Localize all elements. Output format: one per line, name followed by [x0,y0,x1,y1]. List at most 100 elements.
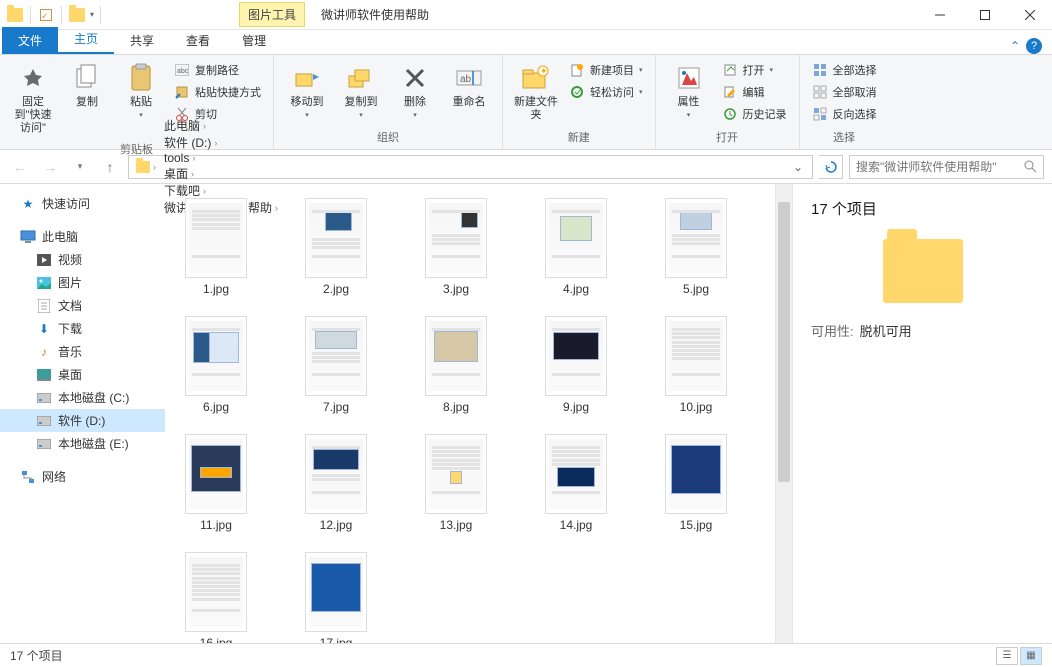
file-item[interactable]: 6.jpg [177,316,255,414]
navigation-bar: ← → ▾ ↑ › 此电脑›软件 (D:)›tools›桌面›下载吧›微讲师软件… [0,150,1052,184]
breadcrumb-segment[interactable]: 软件 (D:)› [160,134,282,151]
file-item[interactable]: 15.jpg [657,434,735,532]
recent-locations-button[interactable]: ▾ [68,155,92,179]
file-item[interactable]: 7.jpg [297,316,375,414]
nav-disk-d[interactable]: 软件 (D:) [0,409,165,432]
file-item[interactable]: 16.jpg [177,552,255,643]
pin-to-quick-access-button[interactable]: 固定到"快速访问" [8,58,58,139]
back-button[interactable]: ← [8,155,32,179]
nav-music[interactable]: ♪音乐 [0,340,165,363]
file-thumbnail [305,316,367,396]
copy-button[interactable]: 复制 [62,58,112,113]
easy-access-button[interactable]: 轻松访问 ▾ [565,82,647,102]
rename-button[interactable]: ab 重命名 [444,58,494,113]
maximize-button[interactable] [962,0,1007,29]
vertical-scrollbar[interactable] [775,184,792,643]
nav-this-pc[interactable]: 此电脑 [0,225,165,248]
address-dropdown-icon[interactable]: ⌄ [787,160,809,174]
folder-icon[interactable] [68,6,86,24]
address-bar[interactable]: › 此电脑›软件 (D:)›tools›桌面›下载吧›微讲师软件使用帮助› ⌄ [128,155,813,179]
file-name: 10.jpg [680,400,713,414]
search-input[interactable] [856,160,1024,174]
nav-downloads[interactable]: ⬇下载 [0,317,165,340]
new-folder-button[interactable]: ✦ 新建文件夹 [511,58,561,126]
open-button[interactable]: 打开 ▾ [718,60,791,80]
details-view-button[interactable]: ☰ [996,647,1018,665]
file-item[interactable]: 3.jpg [417,198,495,296]
breadcrumb-segment[interactable]: tools› [160,151,282,165]
group-label-new: 新建 [511,127,647,147]
file-item[interactable]: 11.jpg [177,434,255,532]
close-button[interactable] [1007,0,1052,29]
help-icon[interactable]: ? [1026,38,1042,54]
select-all-icon [812,62,828,78]
history-button[interactable]: 历史记录 [718,104,791,124]
nav-label: 音乐 [58,343,82,360]
properties-button[interactable]: 属性▾ [664,58,714,123]
file-item[interactable]: 8.jpg [417,316,495,414]
minimize-button[interactable] [917,0,962,29]
thumbnails-view-button[interactable]: ▦ [1020,647,1042,665]
qat-dropdown-icon[interactable]: ▾ [90,10,94,19]
delete-button[interactable]: 删除▾ [390,58,440,123]
tab-share[interactable]: 共享 [114,27,170,54]
ribbon-help: ⌃ ? [1010,38,1052,54]
close-icon [1025,10,1035,20]
qat-properties-check[interactable] [37,6,55,24]
copy-to-button[interactable]: 复制到▾ [336,58,386,123]
file-thumbnail [665,434,727,514]
file-item[interactable]: 12.jpg [297,434,375,532]
file-item[interactable]: 1.jpg [177,198,255,296]
breadcrumb-segment[interactable]: 此电脑› [160,117,282,134]
file-item[interactable]: 14.jpg [537,434,615,532]
nav-disk-c[interactable]: 本地磁盘 (C:) [0,386,165,409]
delete-label: 删除 [404,96,426,109]
select-none-button[interactable]: 全部取消 [808,82,881,102]
tab-home[interactable]: 主页 [58,25,114,54]
file-name: 12.jpg [320,518,353,532]
nav-documents[interactable]: 文档 [0,294,165,317]
pictures-icon [36,275,52,291]
edit-button[interactable]: 编辑 [718,82,791,102]
maximize-icon [980,10,990,20]
paste-shortcut-button[interactable]: 粘贴快捷方式 [170,82,265,102]
history-icon [722,106,738,122]
invert-selection-button[interactable]: 反向选择 [808,104,881,124]
tab-manage[interactable]: 管理 [226,27,282,54]
refresh-button[interactable] [819,155,843,179]
file-item[interactable]: 5.jpg [657,198,735,296]
new-item-button[interactable]: 新建项目 ▾ [565,60,647,80]
file-item[interactable]: 10.jpg [657,316,735,414]
paste-button[interactable]: 粘贴 ▾ [116,58,166,123]
select-none-label: 全部取消 [833,84,877,100]
ribbon-group-open: 属性▾ 打开 ▾ 编辑 历史记录 打开 [656,55,800,149]
file-name: 1.jpg [203,282,229,296]
forward-button[interactable]: → [38,155,62,179]
select-all-button[interactable]: 全部选择 [808,60,881,80]
tab-file[interactable]: 文件 [2,27,58,54]
file-item[interactable]: 17.jpg [297,552,375,643]
file-item[interactable]: 13.jpg [417,434,495,532]
nav-videos[interactable]: 视频 [0,248,165,271]
navigation-pane: ★快速访问 此电脑 视频 图片 文档 ⬇下载 ♪音乐 桌面 本地磁盘 (C:) … [0,184,165,643]
nav-quick-access[interactable]: ★快速访问 [0,192,165,215]
pin-label: 固定到"快速访问" [10,96,56,135]
up-button[interactable]: ↑ [98,155,122,179]
search-box[interactable] [849,155,1044,179]
nav-network[interactable]: 网络 [0,465,165,488]
breadcrumb-root-icon[interactable]: › [132,161,160,173]
ribbon-collapse-icon[interactable]: ⌃ [1010,39,1020,53]
scrollbar-thumb[interactable] [778,202,790,482]
file-item[interactable]: 9.jpg [537,316,615,414]
breadcrumb-segment[interactable]: 桌面› [160,165,282,182]
nav-pictures[interactable]: 图片 [0,271,165,294]
copy-path-button[interactable]: abc复制路径 [170,60,265,80]
move-to-button[interactable]: 移动到▾ [282,58,332,123]
file-item[interactable]: 2.jpg [297,198,375,296]
file-list-pane[interactable]: 1.jpg 2.jpg 3.jpg 4.jpg 5.jpg 6.jpg 7.jpg 8.jpg… [165,184,792,643]
tab-view[interactable]: 查看 [170,27,226,54]
file-item[interactable]: 4.jpg [537,198,615,296]
nav-disk-e[interactable]: 本地磁盘 (E:) [0,432,165,455]
copy-path-label: 复制路径 [195,62,239,78]
nav-desktop[interactable]: 桌面 [0,363,165,386]
